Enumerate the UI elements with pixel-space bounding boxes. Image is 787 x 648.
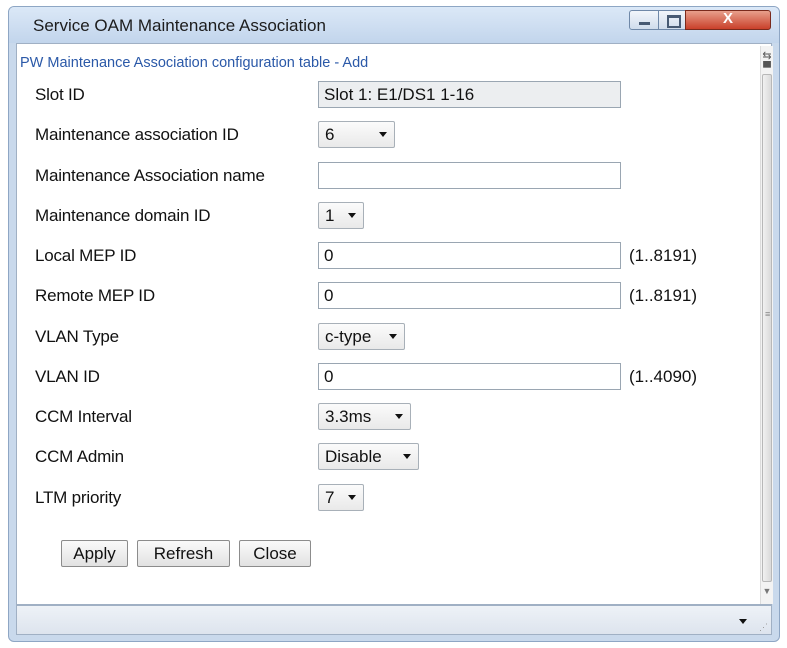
chevron-down-icon[interactable] <box>739 619 747 624</box>
dialog-window: Service OAM Maintenance Association X PW… <box>8 6 780 642</box>
slot-id-label: Slot ID <box>35 85 85 104</box>
md-id-label: Maintenance domain ID <box>35 206 211 225</box>
remote-mep-input[interactable]: 0 <box>318 282 621 309</box>
minimize-icon <box>639 22 650 25</box>
ma-id-value: 6 <box>325 125 335 144</box>
slot-id-field: Slot 1: E1/DS1 1-16 <box>318 81 621 108</box>
md-id-value: 1 <box>325 206 335 225</box>
chevron-down-icon <box>348 495 356 500</box>
splitter-icon[interactable]: ⇆ ▀ <box>761 50 773 74</box>
vlan-type-select[interactable]: c-type <box>318 323 405 350</box>
ma-id-label: Maintenance association ID <box>35 125 239 144</box>
vlan-id-range: (1..4090) <box>629 367 698 386</box>
window-title: Service OAM Maintenance Association <box>33 16 326 35</box>
scroll-down-icon[interactable]: ▼ <box>761 586 773 600</box>
remote-mep-range: (1..8191) <box>629 286 698 305</box>
scrollbar-thumb[interactable]: ≡ <box>762 74 772 582</box>
close-window-button[interactable]: X <box>685 10 771 30</box>
md-id-select[interactable]: 1 <box>318 202 364 229</box>
close-icon: X <box>722 10 733 27</box>
ccm-admin-value: Disable <box>325 447 382 466</box>
form-panel: PW Maintenance Association configuration… <box>16 43 773 605</box>
vlan-type-label: VLAN Type <box>35 327 119 346</box>
ltm-priority-value: 7 <box>325 488 335 507</box>
chevron-down-icon <box>379 132 387 137</box>
ccm-interval-value: 3.3ms <box>325 407 372 426</box>
local-mep-input[interactable]: 0 <box>318 242 621 269</box>
local-mep-label: Local MEP ID <box>35 246 137 265</box>
chevron-down-icon <box>395 414 403 419</box>
ma-name-label: Maintenance Association name <box>35 166 265 185</box>
maximize-icon <box>667 15 681 28</box>
status-bar: ⋰ <box>16 605 772 635</box>
ma-name-input[interactable] <box>318 162 621 189</box>
form-header: PW Maintenance Association configuration… <box>20 55 369 71</box>
resize-grip-icon[interactable]: ⋰ <box>759 622 768 633</box>
ltm-priority-select[interactable]: 7 <box>318 484 364 511</box>
vertical-scrollbar[interactable]: ⇆ ▀ ≡ ▼ <box>760 46 773 604</box>
ccm-admin-label: CCM Admin <box>35 447 124 466</box>
ccm-admin-select[interactable]: Disable <box>318 443 419 470</box>
maximize-button[interactable] <box>658 10 686 30</box>
vlan-id-label: VLAN ID <box>35 367 100 386</box>
refresh-button[interactable]: Refresh <box>137 540 230 567</box>
title-bar[interactable]: Service OAM Maintenance Association X <box>9 7 779 43</box>
vlan-id-input[interactable]: 0 <box>318 363 621 390</box>
local-mep-range: (1..8191) <box>629 246 698 265</box>
ma-id-select[interactable]: 6 <box>318 121 395 148</box>
ccm-interval-select[interactable]: 3.3ms <box>318 403 411 430</box>
chevron-down-icon <box>389 334 397 339</box>
close-button[interactable]: Close <box>239 540 311 567</box>
chevron-down-icon <box>348 213 356 218</box>
remote-mep-label: Remote MEP ID <box>35 286 155 305</box>
ccm-interval-label: CCM Interval <box>35 407 132 426</box>
minimize-button[interactable] <box>629 10 659 30</box>
apply-button[interactable]: Apply <box>61 540 128 567</box>
chevron-down-icon <box>403 454 411 459</box>
grip-icon: ≡ <box>765 309 771 319</box>
ltm-priority-label: LTM priority <box>35 488 122 507</box>
vlan-type-value: c-type <box>325 327 372 346</box>
